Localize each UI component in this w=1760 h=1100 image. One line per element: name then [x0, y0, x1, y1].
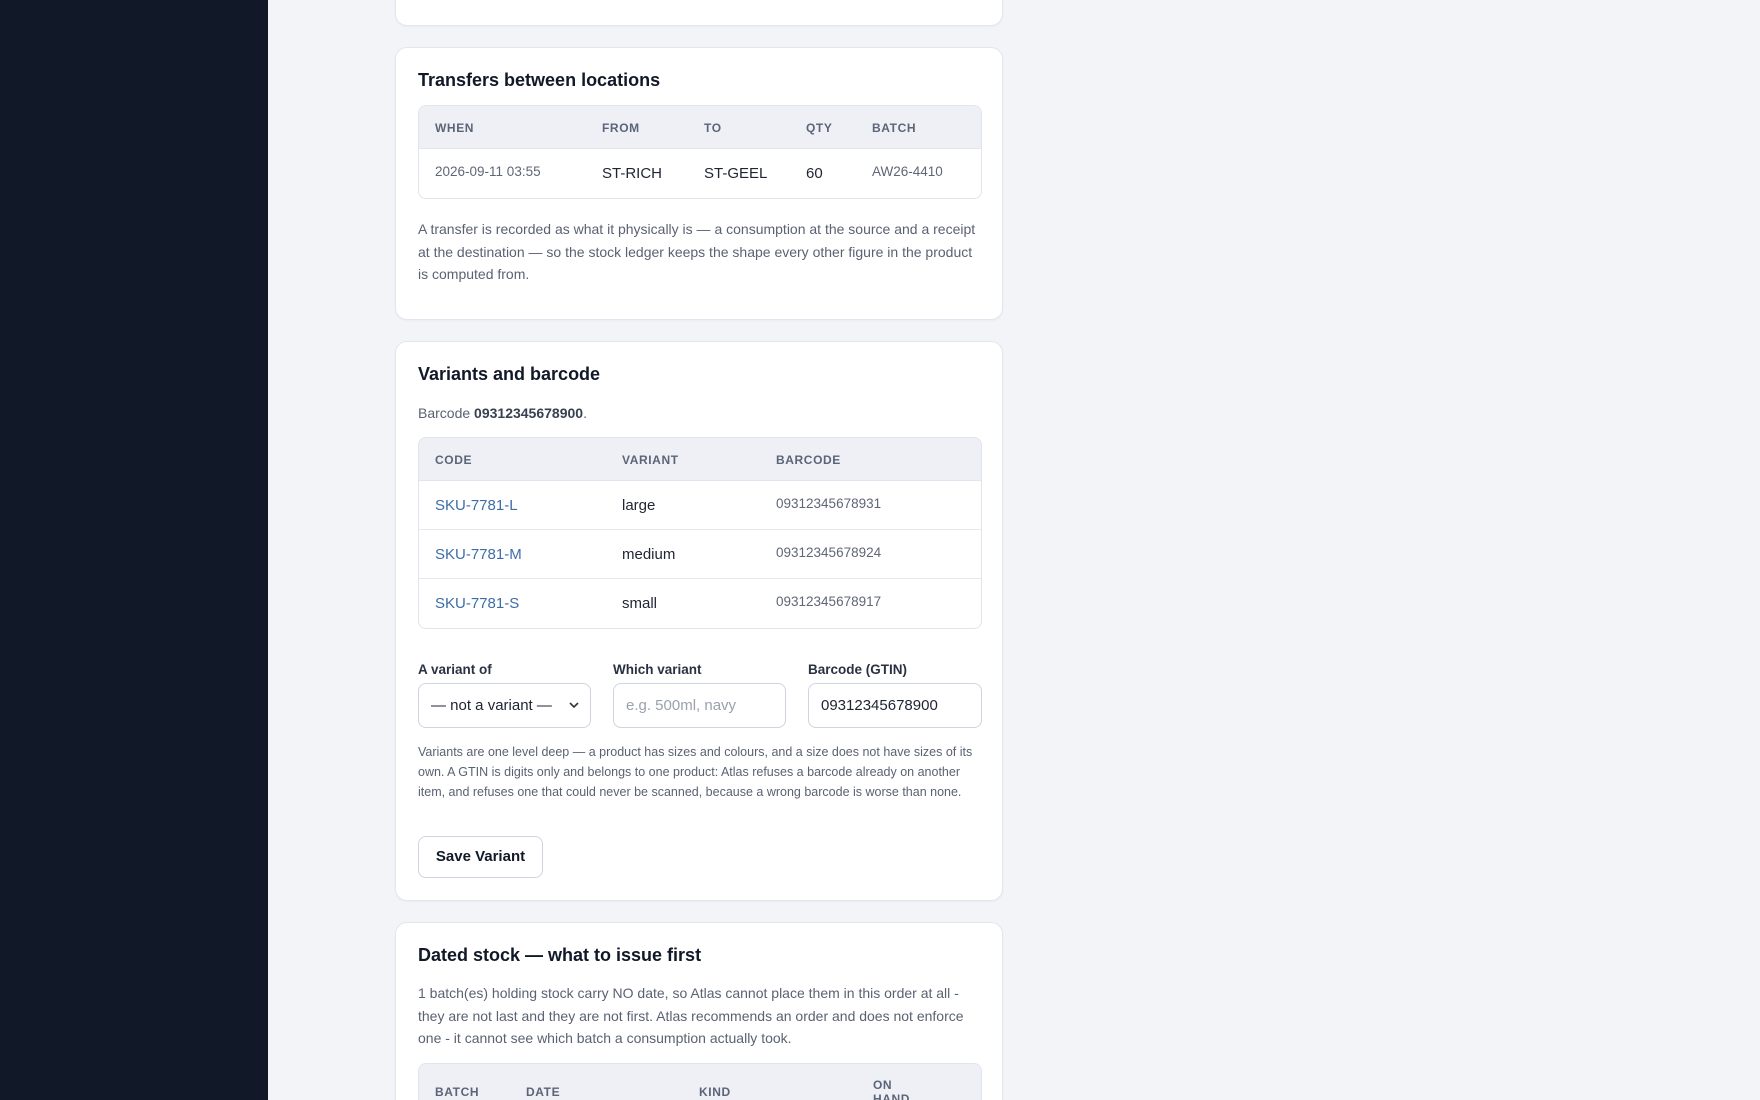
column-header-qty: QTY	[806, 121, 833, 135]
which-variant-placeholder: e.g. 500ml, navy	[626, 697, 737, 714]
variant-barcode: 09312345678924	[776, 545, 882, 560]
variant-of-select[interactable]: — not a variant —	[418, 683, 591, 728]
transfer-batch: AW26-4410	[872, 164, 943, 179]
variant-of-value: — not a variant —	[431, 697, 552, 714]
variant-code-link[interactable]: SKU-7781-L	[435, 497, 518, 514]
barcode-suffix: .	[583, 405, 587, 421]
previous-card	[395, 0, 1003, 26]
transfer-qty: 60	[806, 165, 823, 182]
variant-barcode: 09312345678931	[776, 496, 882, 511]
variants-title: Variants and barcode	[418, 364, 601, 384]
transfers-note: A transfer is recorded as what it physic…	[418, 221, 976, 282]
column-header-batch: BATCH	[435, 1085, 480, 1099]
barcode-prefix: Barcode	[418, 405, 471, 421]
transfer-to: ST-GEEL	[704, 165, 768, 182]
barcode-line: Barcode 09312345678900.	[418, 402, 984, 425]
variant-of-label: A variant of	[418, 662, 492, 677]
column-header-kind: KIND	[699, 1085, 731, 1099]
dated-note: 1 batch(es) holding stock carry NO date,…	[418, 985, 964, 1046]
table-row: 2026-09-11 03:55 ST-RICH ST-GEEL 60 AW26…	[419, 149, 981, 198]
column-header-code: CODE	[435, 453, 473, 467]
variants-help: Variants are one level deep — a product …	[418, 745, 973, 799]
dated-title: Dated stock — what to issue first	[418, 945, 702, 965]
sidebar	[0, 0, 268, 1100]
column-header-barcode: BARCODE	[776, 453, 841, 467]
gtin-value: 09312345678900	[821, 697, 938, 714]
variant-code-link[interactable]: SKU-7781-S	[435, 595, 519, 612]
dated-table: BATCH DATE KIND ON HAND	[418, 1063, 982, 1100]
variants-table: CODE VARIANT BARCODE SKU-7781-L large 09…	[418, 437, 982, 629]
main-content: Transfers between locations WHEN FROM TO…	[268, 0, 1760, 1100]
variant-code-link[interactable]: SKU-7781-M	[435, 546, 522, 563]
column-header-variant: VARIANT	[622, 453, 679, 467]
gtin-input[interactable]: 09312345678900	[808, 683, 982, 728]
table-row[interactable]: SKU-7781-S small 09312345678917	[419, 579, 981, 628]
variant-name: large	[622, 497, 656, 514]
variant-barcode: 09312345678917	[776, 594, 882, 609]
column-header-from: FROM	[602, 121, 640, 135]
gtin-label: Barcode (GTIN)	[808, 662, 908, 677]
barcode-value: 09312345678900	[474, 405, 584, 421]
save-variant-button[interactable]: Save Variant	[418, 836, 543, 878]
column-header-date: DATE	[526, 1085, 561, 1099]
variants-card: Variants and barcode Barcode 09312345678…	[395, 341, 1003, 901]
which-variant-input[interactable]: e.g. 500ml, navy	[613, 683, 786, 728]
transfers-card: Transfers between locations WHEN FROM TO…	[395, 47, 1003, 320]
dated-stock-card: Dated stock — what to issue first 1 batc…	[395, 922, 1003, 1100]
which-variant-label: Which variant	[613, 662, 702, 677]
table-header: WHEN FROM TO QTY BATCH	[419, 106, 981, 149]
variant-name: small	[622, 595, 658, 612]
table-row[interactable]: SKU-7781-M medium 09312345678924	[419, 530, 981, 579]
table-header: CODE VARIANT BARCODE	[419, 438, 981, 481]
table-row[interactable]: SKU-7781-L large 09312345678931	[419, 481, 981, 530]
table-header: BATCH DATE KIND ON HAND	[419, 1064, 981, 1100]
column-header-batch: BATCH	[872, 121, 917, 135]
column-header-on-hand: ON HAND	[873, 1078, 911, 1100]
transfer-from: ST-RICH	[602, 165, 662, 182]
transfers-table: WHEN FROM TO QTY BATCH 2026-09-11 03:55 …	[418, 105, 982, 199]
chevron-down-icon	[568, 684, 580, 744]
transfers-title: Transfers between locations	[418, 70, 661, 90]
column-header-when: WHEN	[435, 121, 475, 135]
transfer-when: 2026-09-11 03:55	[435, 164, 541, 179]
column-header-to: TO	[704, 121, 722, 135]
variant-name: medium	[622, 546, 676, 563]
